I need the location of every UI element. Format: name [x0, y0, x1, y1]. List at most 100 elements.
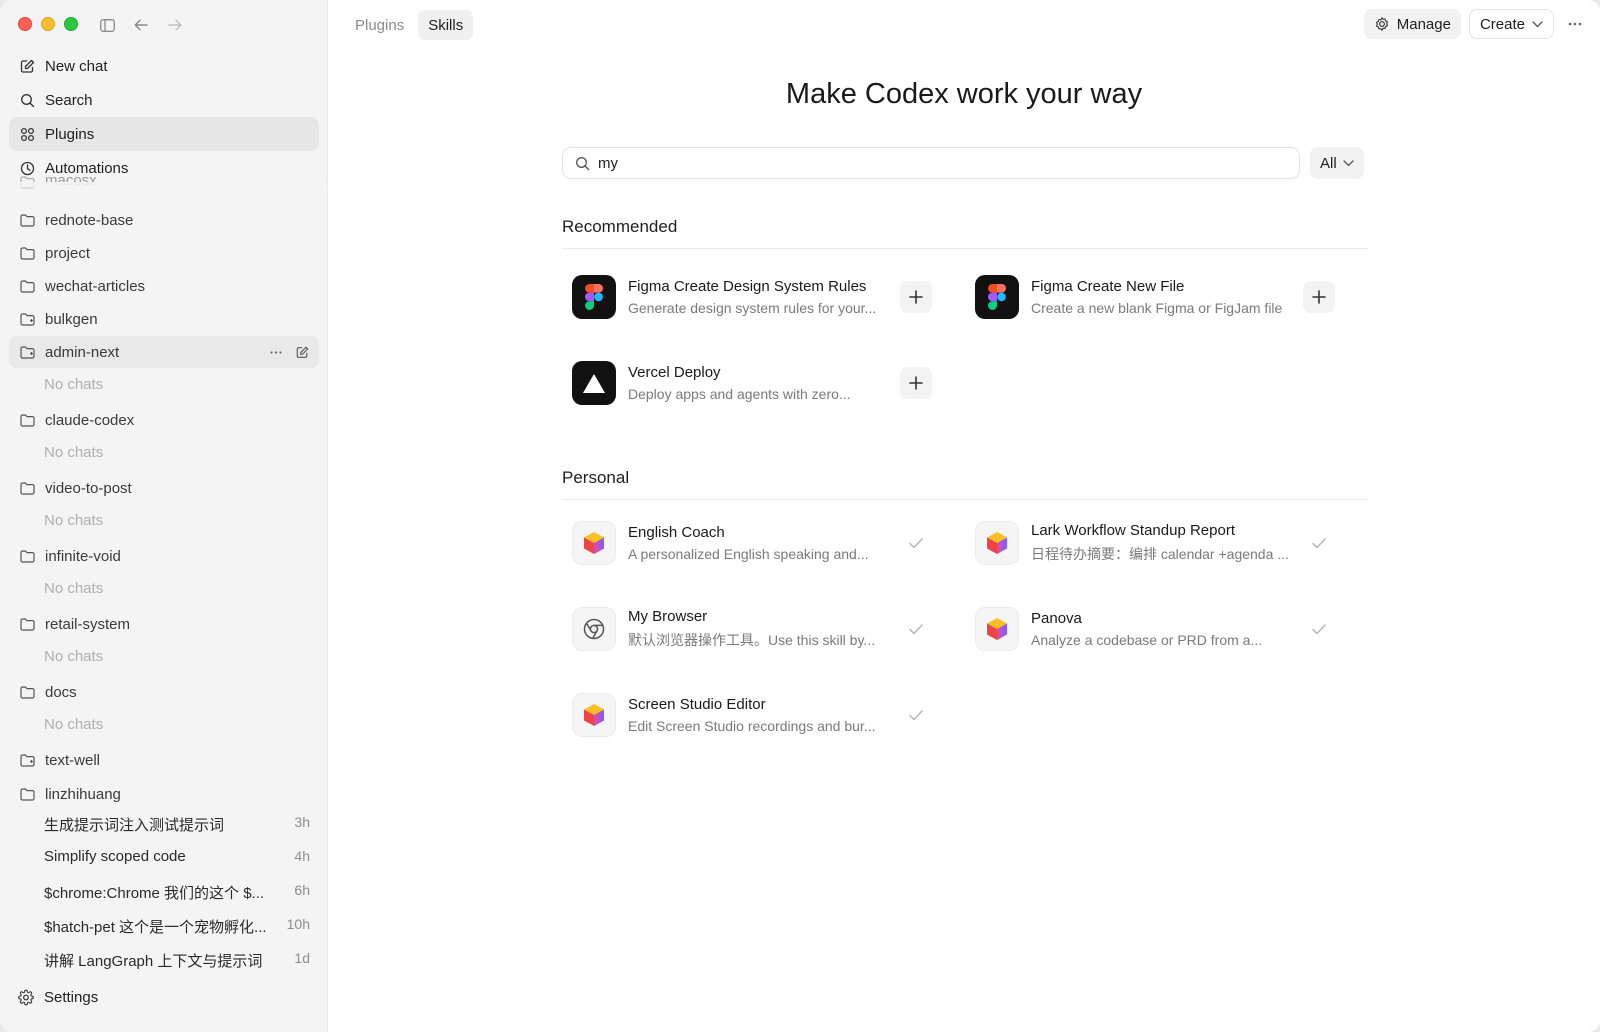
cube-icon — [975, 521, 1019, 565]
folder-label: video-to-post — [45, 479, 132, 497]
chat-list-item[interactable]: Simplify scoped code 4h — [44, 848, 310, 865]
plus-icon — [909, 290, 923, 304]
chat-title: 讲解 LangGraph 上下文与提示词 — [44, 953, 263, 970]
folder-label: docs — [45, 683, 77, 701]
chat-age: 1d — [294, 950, 310, 966]
nav-label: Search — [45, 91, 93, 109]
folder-item[interactable]: infinite-void — [9, 540, 319, 572]
folder-icon — [19, 278, 35, 294]
nav-label: Plugins — [45, 125, 95, 143]
folder-icon — [19, 311, 35, 327]
chat-list-item[interactable]: 生成提示词注入测试提示词 3h — [44, 814, 310, 835]
folder-item[interactable]: claude-codex — [9, 404, 319, 436]
section-title-recommended: Recommended — [562, 217, 678, 236]
vercel-icon — [572, 361, 616, 405]
cube-icon — [572, 693, 616, 737]
skill-card[interactable]: Figma Create New File Create a new blank … — [965, 267, 1345, 327]
settings-label: Settings — [44, 989, 99, 1006]
tab-skills[interactable]: Skills — [418, 10, 474, 40]
no-chats-label: No chats — [44, 376, 104, 393]
skill-name: Figma Create New File — [1031, 278, 1185, 295]
folder-item[interactable]: rednote-base — [9, 204, 319, 236]
skills-search-input[interactable]: my — [562, 147, 1300, 179]
folder-label: text-well — [45, 751, 101, 769]
folder-item[interactable]: video-to-post — [9, 472, 319, 504]
folder-item[interactable]: project — [9, 237, 319, 269]
main-panel: Plugins Skills Manage Create Make Codex … — [328, 0, 1600, 1032]
section-title-personal: Personal — [562, 468, 630, 487]
chat-list-item[interactable]: $chrome:Chrome 我们的这个 $... 6h — [44, 882, 310, 903]
skill-description: Create a new blank Figma or FigJam file — [1031, 300, 1283, 316]
back-arrow-icon[interactable] — [130, 14, 152, 36]
folder-item[interactable]: bulkgen — [9, 303, 319, 335]
sidebar-fade — [0, 182, 328, 196]
chat-age: 10h — [286, 916, 310, 932]
folder-item[interactable]: wechat-articles — [9, 270, 319, 302]
nav-plugins[interactable]: Plugins — [9, 117, 319, 151]
app-window: New chat Search Plugins Automations ma — [0, 0, 1600, 1032]
skill-description: 默认浏览器操作工具。Use this skill by... — [628, 632, 876, 648]
chat-age: 6h — [294, 882, 310, 898]
folder-label: infinite-void — [45, 547, 121, 565]
chat-title: $hatch-pet 这个是一个宠物孵化... — [44, 919, 267, 936]
skill-card[interactable]: Screen Studio Editor Edit Screen Studio r… — [562, 685, 942, 745]
filter-select[interactable]: All — [1310, 147, 1364, 179]
skill-name: Vercel Deploy — [628, 364, 721, 381]
skill-card[interactable]: My Browser 默认浏览器操作工具。Use this skill by... — [562, 599, 942, 659]
more-options-icon[interactable] — [1562, 9, 1588, 39]
add-skill-button[interactable] — [900, 367, 932, 399]
chat-list-item[interactable]: $hatch-pet 这个是一个宠物孵化... 10h — [44, 916, 310, 937]
nav-new-chat[interactable]: New chat — [9, 49, 319, 83]
filter-label: All — [1320, 154, 1337, 172]
nav-search[interactable]: Search — [9, 83, 319, 117]
chat-title: Simplify scoped code — [44, 848, 186, 865]
folder-label: admin-next — [45, 343, 120, 361]
gear-icon — [1374, 16, 1390, 32]
chevron-down-icon — [1532, 20, 1543, 28]
skill-card[interactable]: Figma Create Design System Rules Generate… — [562, 267, 942, 327]
clock-icon — [19, 160, 35, 176]
chevron-down-icon — [1343, 159, 1354, 167]
zoom-window-button[interactable] — [64, 17, 78, 31]
folder-item[interactable]: docs — [9, 676, 319, 708]
skill-card[interactable]: Vercel Deploy Deploy apps and agents with… — [562, 353, 942, 413]
folder-label: linzhihuang — [45, 785, 121, 803]
divider — [562, 499, 1368, 500]
close-window-button[interactable] — [18, 17, 32, 31]
settings-button[interactable]: Settings — [18, 989, 98, 1006]
create-button[interactable]: Create — [1468, 9, 1554, 39]
folder-item[interactable]: linzhihuang — [9, 778, 319, 810]
chat-title: 生成提示词注入测试提示词 — [44, 817, 225, 834]
add-skill-button[interactable] — [1303, 281, 1335, 313]
installed-check-icon — [900, 613, 932, 645]
sidebar: New chat Search Plugins Automations ma — [0, 0, 328, 1032]
no-chats-label: No chats — [44, 512, 104, 529]
chat-title: $chrome:Chrome 我们的这个 $... — [44, 885, 265, 902]
installed-check-icon — [1303, 613, 1335, 645]
folder-icon — [19, 684, 35, 700]
forward-arrow-icon[interactable] — [164, 14, 186, 36]
compose-icon — [19, 58, 35, 74]
toggle-sidebar-icon[interactable] — [96, 14, 118, 36]
manage-label: Manage — [1396, 15, 1451, 33]
folder-item[interactable]: retail-system — [9, 608, 319, 640]
compose-icon[interactable] — [296, 346, 309, 359]
nav-label: New chat — [45, 57, 108, 75]
chat-age: 4h — [294, 848, 310, 864]
skill-card[interactable]: Lark Workflow Standup Report 日程待办摘要：编排 ca… — [965, 513, 1345, 573]
plus-icon — [909, 376, 923, 390]
folder-icon — [19, 616, 35, 632]
folder-item[interactable]: text-well — [9, 744, 319, 776]
folder-icon — [19, 548, 35, 564]
manage-button[interactable]: Manage — [1363, 9, 1461, 39]
minimize-window-button[interactable] — [41, 17, 55, 31]
tab-plugins[interactable]: Plugins — [345, 10, 414, 40]
figma-icon — [572, 275, 616, 319]
add-skill-button[interactable] — [900, 281, 932, 313]
chat-list-item[interactable]: 讲解 LangGraph 上下文与提示词 1d — [44, 950, 310, 971]
skill-card[interactable]: English Coach A personalized English spea… — [562, 513, 942, 573]
folder-item[interactable]: admin-next — [9, 336, 319, 368]
search-icon — [575, 156, 590, 171]
more-options-icon[interactable] — [270, 350, 282, 354]
skill-card[interactable]: Panova Analyze a codebase or PRD from a..… — [965, 599, 1345, 659]
